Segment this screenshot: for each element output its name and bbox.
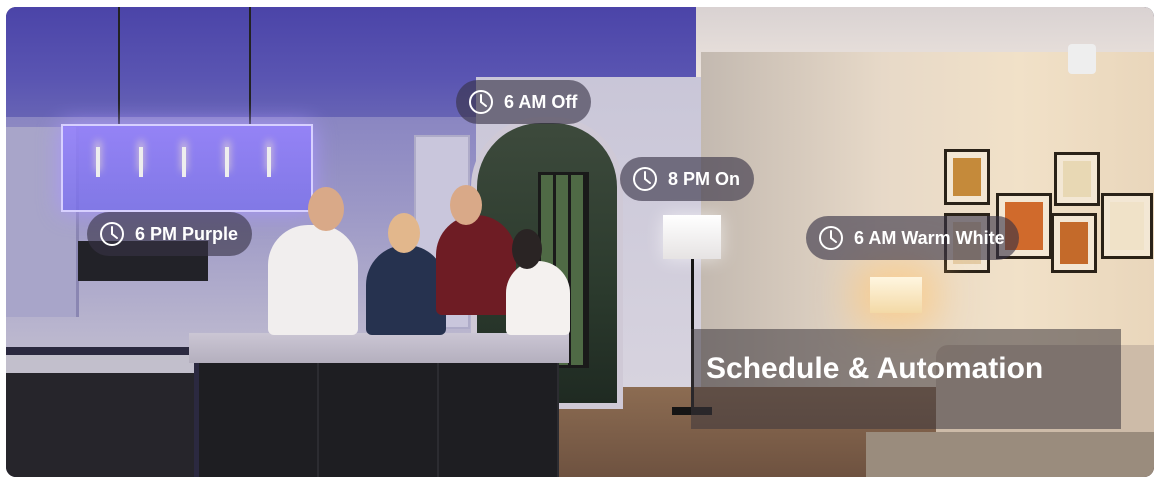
schedule-pill-8pm-on: 8 PM On	[620, 157, 755, 201]
kitchen-counter	[6, 355, 194, 477]
warm-table-lamp	[870, 277, 922, 313]
chandelier-chain	[249, 7, 251, 124]
person-red-sweater	[436, 215, 516, 315]
person-head	[512, 229, 542, 269]
track-light	[1068, 44, 1096, 74]
clock-icon	[633, 167, 657, 191]
floor-lamp-shade	[663, 215, 721, 259]
island-countertop	[189, 333, 569, 363]
pill-label: 8 PM On	[668, 168, 741, 189]
wall-art	[1054, 152, 1100, 206]
people-group	[268, 185, 573, 335]
chandelier-candle	[139, 147, 143, 177]
wall-art	[1051, 213, 1097, 273]
clock-icon	[819, 226, 843, 250]
person-head	[450, 185, 482, 225]
pill-label: 6 AM Off	[504, 91, 578, 112]
person-white-top	[506, 261, 570, 335]
kitchen-island	[199, 363, 559, 477]
pill-label: 6 PM Purple	[135, 223, 239, 244]
schedule-pill-6am-warm-white: 6 AM Warm White	[806, 216, 1019, 260]
schedule-pill-6pm-purple: 6 PM Purple	[87, 212, 253, 256]
person-denim-shirt	[366, 245, 446, 335]
person-head	[388, 213, 420, 253]
schedule-pill-6am-off: 6 AM Off	[456, 80, 592, 124]
chandelier-candle	[267, 147, 271, 177]
wall-art	[1101, 193, 1153, 259]
rug	[866, 432, 1154, 477]
headline-text: Schedule & Automation	[706, 352, 1044, 385]
chandelier-chain	[118, 7, 120, 124]
person-head	[308, 187, 344, 231]
chandelier-candle	[96, 147, 100, 177]
chandelier-candle	[182, 147, 186, 177]
clock-icon	[469, 90, 493, 114]
chandelier-candle	[225, 147, 229, 177]
clock-icon	[100, 222, 124, 246]
pill-label: 6 AM Warm White	[854, 227, 1005, 248]
person-white-shirt	[268, 225, 358, 335]
wall-art	[944, 149, 990, 205]
